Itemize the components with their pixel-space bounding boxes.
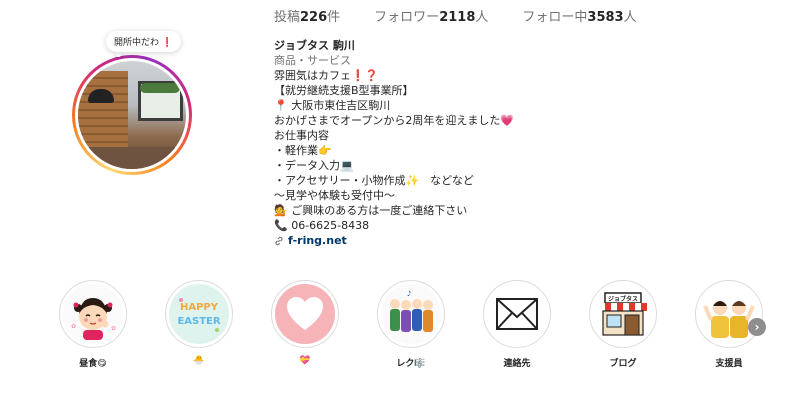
following-unit: 人 — [623, 10, 637, 25]
bio-line: 雰囲気はカフェ❗❓ — [274, 69, 379, 82]
mail-icon — [487, 284, 547, 344]
bio-line: お仕事内容 — [274, 129, 329, 142]
highlight-label: 連絡先 — [503, 359, 531, 369]
bio-line: ・軽作業👉 — [274, 144, 332, 157]
followers-label: フォロワー — [374, 10, 440, 25]
svg-text:✿: ✿ — [111, 325, 116, 332]
highlight-label: 昼食😋 — [79, 359, 107, 369]
highlight-heart[interactable]: 💝 — [270, 280, 340, 366]
staff-illustration — [699, 284, 759, 344]
chevron-right-icon[interactable]: › — [748, 318, 766, 336]
note-exclamation: ❗ — [161, 38, 174, 48]
highlight-label: 支援員 — [715, 359, 743, 369]
following-count: 3583 — [587, 10, 624, 25]
followers-count: 2118 — [439, 10, 476, 25]
link-icon — [275, 236, 283, 245]
posts-stat: 投稿226件 — [274, 6, 340, 25]
posts-label: 投稿 — [274, 10, 301, 25]
svg-text:♪: ♪ — [407, 290, 411, 298]
bio-line: ・アクセサリー・小物作成✨ などなど — [274, 174, 474, 187]
highlight-label: 🐣 — [193, 356, 205, 366]
avatar-photo — [78, 61, 186, 169]
story-highlights: ✿ ✿ 昼食😋 HAPPY EASTER 🐣 💝 ♪ レク🎼 連絡先 ジョブタス… — [0, 280, 791, 370]
easter-graphic: HAPPY EASTER — [169, 284, 229, 344]
highlight-lunch[interactable]: ✿ ✿ 昼食😋 — [58, 280, 128, 369]
shop-sign-text: ジョブタス — [608, 295, 638, 303]
bio-line: 📞 06-6625-8438 — [274, 219, 370, 232]
posts-unit: 件 — [327, 10, 341, 25]
profile-stats: 投稿226件 フォロワー2118人 フォロー中3583人 — [274, 6, 671, 25]
heart-icon — [275, 284, 335, 344]
note-bubble[interactable]: 開所中だわ ❗ — [106, 31, 182, 52]
bio-line: 〜見学や体験も受付中〜 — [274, 189, 395, 202]
girl-illustration: ✿ ✿ — [63, 284, 123, 344]
profile-link[interactable]: f-ring.net — [274, 233, 604, 248]
note-text: 開所中だわ — [114, 38, 160, 48]
followers-unit: 人 — [475, 10, 489, 25]
bio-line: 💁 ご興味のある方は一度ご連絡下さい — [274, 204, 468, 217]
followers-stat[interactable]: フォロワー2118人 — [374, 6, 488, 25]
highlight-easter[interactable]: HAPPY EASTER 🐣 — [164, 280, 234, 366]
highlight-contact[interactable]: 連絡先 — [482, 280, 552, 369]
svg-text:✿: ✿ — [71, 323, 76, 330]
people-illustration: ♪ — [381, 284, 441, 344]
bio-line: ・データ入力💻 — [274, 159, 354, 172]
profile-bio: ジョブタス 駒川 商品・サービス 雰囲気はカフェ❗❓ 【就労継続支援B型事業所】… — [274, 38, 604, 248]
highlight-label: ブログ — [609, 359, 637, 369]
posts-count: 226 — [300, 10, 328, 25]
profile-category: 商品・サービス — [274, 54, 351, 67]
bio-line: 【就労継続支援B型事業所】 — [274, 84, 414, 97]
highlight-blog[interactable]: ジョブタス ブログ — [588, 280, 658, 369]
profile-avatar[interactable] — [72, 55, 192, 175]
easter-easter-text: EASTER — [177, 316, 220, 327]
shop-illustration: ジョブタス — [593, 284, 653, 344]
following-label: フォロー中 — [522, 10, 588, 25]
highlight-label: レク🎼 — [396, 359, 426, 369]
easter-happy-text: HAPPY — [180, 302, 219, 313]
following-stat[interactable]: フォロー中3583人 — [522, 6, 636, 25]
profile-name: ジョブタス 駒川 — [274, 39, 355, 52]
profile-link-text: f-ring.net — [288, 234, 347, 247]
story-ring — [72, 55, 192, 175]
highlight-recreation[interactable]: ♪ レク🎼 — [376, 280, 446, 369]
bio-line: 📍 大阪市東住吉区駒川 — [274, 99, 391, 112]
highlight-label: 💝 — [299, 356, 311, 366]
bio-line: おかげさまでオープンから2周年を迎えました💗 — [274, 114, 515, 127]
